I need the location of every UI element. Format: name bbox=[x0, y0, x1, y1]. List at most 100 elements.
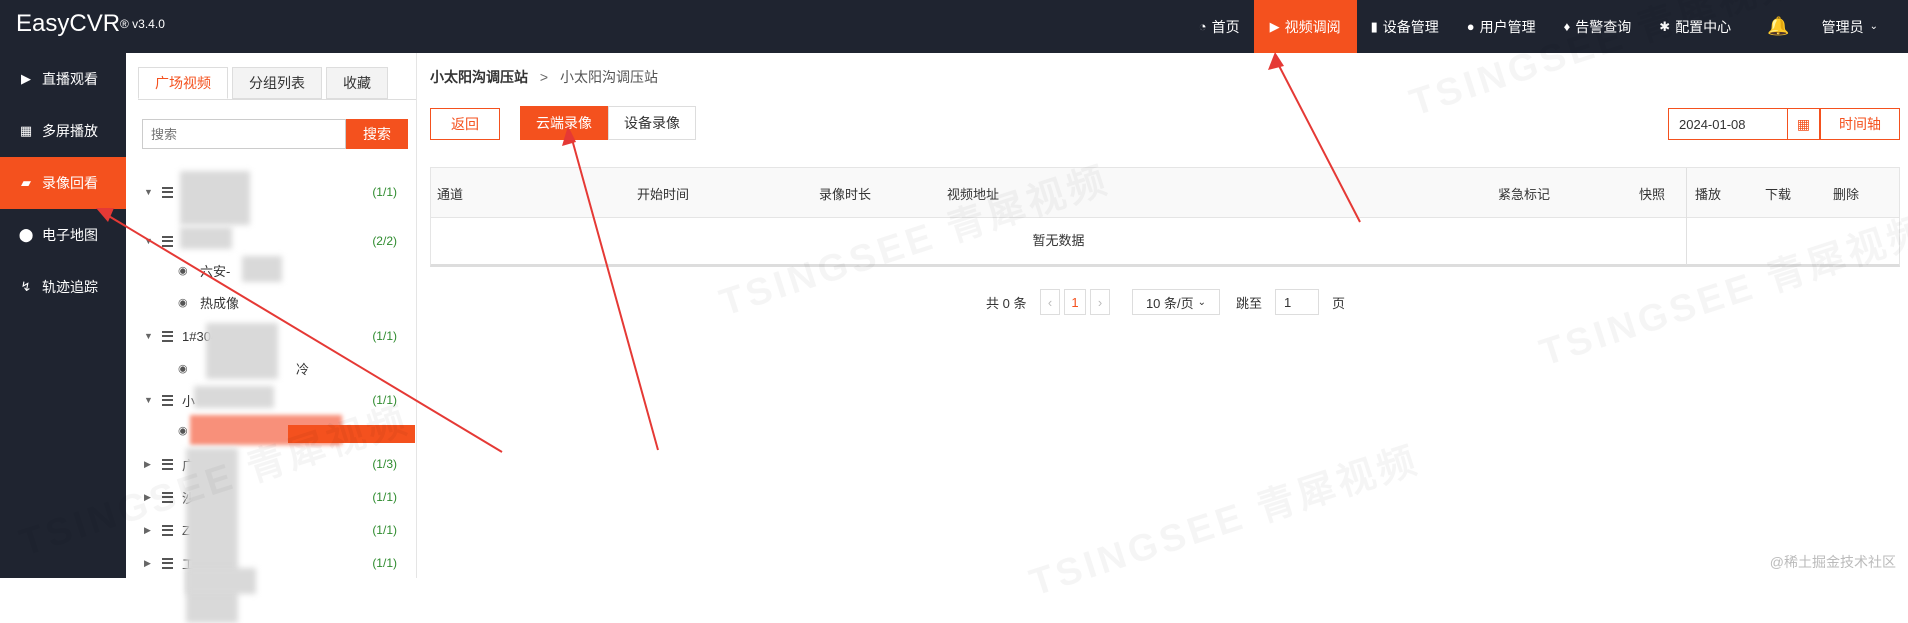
server-icon bbox=[162, 525, 173, 536]
tree-node-count: (1/1) bbox=[372, 185, 397, 199]
tab-square-video[interactable]: 广场视频 bbox=[138, 67, 228, 99]
sidebar-item-playback[interactable]: ▰ 录像回看 bbox=[0, 157, 126, 209]
server-icon bbox=[162, 395, 173, 406]
breadcrumb: 小太阳沟调压站 > 小太阳沟调压站 bbox=[430, 67, 658, 87]
user-icon: ● bbox=[1467, 19, 1475, 34]
sidebar-item-live[interactable]: ▶ 直播观看 bbox=[0, 53, 126, 105]
breadcrumb-separator: > bbox=[540, 69, 548, 85]
tree-channel-label: 热成像 bbox=[200, 293, 239, 312]
tree-channel[interactable]: ◉ 冷 bbox=[126, 353, 411, 383]
caret-down-icon: ▼ bbox=[144, 236, 153, 246]
tab-cloud-recording[interactable]: 云端录像 bbox=[520, 106, 608, 140]
empty-state: 暂无数据 bbox=[431, 230, 1686, 249]
chevron-down-icon: ⌄ bbox=[1198, 297, 1206, 308]
column-header: 录像时长 bbox=[819, 184, 871, 203]
page-size-select[interactable]: 10 条/页 ⌄ bbox=[1132, 289, 1220, 315]
camera-icon: ◉ bbox=[178, 296, 188, 309]
tab-favorites[interactable]: 收藏 bbox=[326, 67, 388, 99]
calendar-icon[interactable]: ▦ bbox=[1788, 108, 1820, 140]
jump-label: 跳至 bbox=[1236, 289, 1262, 315]
caret-down-icon: ▼ bbox=[144, 187, 153, 197]
column-header: 通道 bbox=[437, 184, 463, 203]
app-version: ® v3.4.0 bbox=[120, 17, 165, 31]
redacted-block bbox=[194, 386, 274, 408]
time-axis-button[interactable]: 时间轴 bbox=[1820, 108, 1900, 140]
sidebar-item-label: 录像回看 bbox=[42, 173, 98, 193]
sidebar-item-track[interactable]: ↯ 轨迹追踪 bbox=[0, 261, 126, 313]
nav-device-label: 设备管理 bbox=[1383, 17, 1439, 37]
redacted-block bbox=[186, 568, 256, 594]
jump-input[interactable]: 1 bbox=[1275, 289, 1319, 315]
map-pin-icon: ⬤ bbox=[18, 227, 34, 243]
track-icon: ↯ bbox=[18, 279, 34, 295]
breadcrumb-item[interactable]: 小太阳沟调压站 bbox=[430, 69, 528, 85]
caret-down-icon: ▼ bbox=[144, 395, 153, 405]
dashboard-icon: ◔ bbox=[1199, 19, 1207, 34]
sidebar-item-map[interactable]: ⬤ 电子地图 bbox=[0, 209, 126, 261]
page-number[interactable]: 1 bbox=[1064, 289, 1086, 315]
tree-node-count: (1/1) bbox=[372, 556, 397, 570]
search-button[interactable]: 搜索 bbox=[346, 119, 408, 149]
caret-down-icon: ▼ bbox=[144, 331, 153, 341]
device-icon: ▮ bbox=[1371, 19, 1378, 35]
tree-channel[interactable]: ◉ 热成像 bbox=[126, 287, 411, 317]
tree-channel-label: 冷 bbox=[296, 359, 309, 378]
sidebar-item-label: 电子地图 bbox=[42, 225, 98, 245]
chevron-down-icon: ⌄ bbox=[1870, 21, 1878, 32]
tree-node-count: (1/1) bbox=[372, 329, 397, 343]
tree-node[interactable]: ▼ (1/1) bbox=[126, 177, 411, 207]
next-page-button[interactable]: › bbox=[1090, 289, 1110, 315]
sidebar-item-label: 多屏播放 bbox=[42, 121, 98, 141]
nav-device-management[interactable]: ▮ 设备管理 bbox=[1357, 0, 1453, 53]
back-button[interactable]: 返回 bbox=[430, 108, 500, 140]
tree-node[interactable]: ▼ (2/2) bbox=[126, 226, 411, 256]
tab-device-recording[interactable]: 设备录像 bbox=[608, 106, 696, 140]
play-circle-icon: ▶ bbox=[1270, 19, 1280, 35]
play-icon: ▶ bbox=[18, 71, 34, 87]
table-header: 通道 开始时间 录像时长 视频地址 紧急标记 快照 播放 下载 删除 bbox=[431, 168, 1899, 218]
tree-node-count: (1/3) bbox=[372, 457, 397, 471]
credit-text: @稀土掘金技术社区 bbox=[1770, 552, 1896, 572]
user-name: 管理员 bbox=[1822, 17, 1864, 37]
sidebar-item-multiscreen[interactable]: ▦ 多屏播放 bbox=[0, 105, 126, 157]
column-header: 删除 bbox=[1833, 184, 1859, 203]
nav-video-view-label: 视频调阅 bbox=[1285, 17, 1341, 37]
redacted-block bbox=[242, 256, 282, 282]
server-icon bbox=[162, 187, 173, 198]
redacted-block bbox=[180, 227, 232, 249]
camera-icon: ◉ bbox=[178, 424, 188, 437]
bell-icon: 🔔 bbox=[1767, 16, 1789, 37]
tab-divider bbox=[138, 99, 416, 100]
column-header: 播放 bbox=[1695, 184, 1721, 203]
breadcrumb-item: 小太阳沟调压站 bbox=[560, 69, 658, 85]
page-size-value: 10 条/页 bbox=[1146, 293, 1194, 312]
search-input[interactable] bbox=[142, 119, 346, 149]
server-icon bbox=[162, 236, 173, 247]
page-suffix: 页 bbox=[1332, 289, 1345, 315]
prev-page-button[interactable]: ‹ bbox=[1040, 289, 1060, 315]
sidebar-item-label: 直播观看 bbox=[42, 69, 98, 89]
camera-icon: ◉ bbox=[178, 362, 188, 375]
grid-icon: ▦ bbox=[18, 123, 34, 139]
tree-tabs: 广场视频 分组列表 收藏 bbox=[138, 67, 392, 99]
column-header: 快照 bbox=[1639, 184, 1665, 203]
date-field[interactable]: 2024-01-08 bbox=[1668, 108, 1788, 140]
server-icon bbox=[162, 331, 173, 342]
fixed-column-divider bbox=[1686, 168, 1687, 265]
nav-video-view[interactable]: ▶ 视频调阅 bbox=[1254, 0, 1357, 53]
caret-right-icon: ▶ bbox=[144, 459, 151, 470]
tree-channel-label: 六安- bbox=[200, 261, 230, 280]
nav-home-label: 首页 bbox=[1212, 17, 1240, 37]
video-icon: ▰ bbox=[18, 175, 34, 191]
tab-group-list[interactable]: 分组列表 bbox=[232, 67, 322, 99]
tree-node-count: (1/1) bbox=[372, 490, 397, 504]
camera-icon: ◉ bbox=[178, 264, 188, 277]
redacted-block bbox=[180, 171, 250, 225]
nav-home[interactable]: ◔ 首页 bbox=[1185, 0, 1254, 53]
app-logo: EasyCVR bbox=[16, 10, 120, 38]
tree-node-count: (1/1) bbox=[372, 523, 397, 537]
user-menu[interactable]: 管理员 ⌄ bbox=[1812, 0, 1908, 53]
tree-node[interactable]: ▶ 工 (1/1) bbox=[126, 548, 411, 578]
server-icon bbox=[162, 558, 173, 569]
caret-right-icon: ▶ bbox=[144, 558, 151, 569]
